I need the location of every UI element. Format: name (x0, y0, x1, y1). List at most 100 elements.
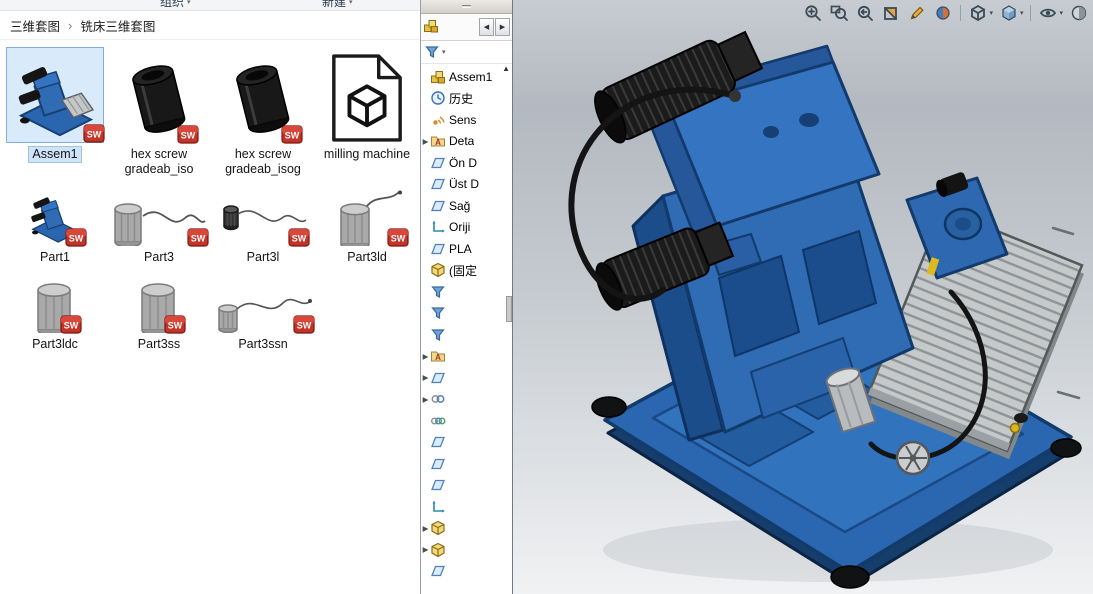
part-icon (430, 262, 446, 278)
file-item-thumb: SW (111, 188, 207, 246)
tree-row[interactable]: Assem1 (421, 66, 512, 88)
plane-icon (430, 477, 446, 493)
tree-row[interactable]: 历史 (421, 88, 512, 110)
file-item[interactable]: SWPart1 (3, 186, 107, 274)
new-button[interactable]: 新建▾ (322, 0, 353, 10)
view-orientation-button[interactable]: ▾ (967, 2, 994, 24)
tree-row-label: Oriji (449, 220, 470, 234)
tree-row[interactable]: ▶ (421, 518, 512, 540)
tree-row[interactable]: ▶ (421, 367, 512, 389)
plane-icon (430, 241, 446, 257)
file-item[interactable]: SWPart3ldc (3, 273, 107, 361)
history-icon (430, 90, 446, 106)
plane-icon (430, 155, 446, 171)
previous-view-button[interactable] (854, 2, 876, 24)
plane-icon (430, 563, 446, 579)
tree-filter-button[interactable]: ▾ (421, 41, 512, 64)
tree-row[interactable]: ▶ (421, 389, 512, 411)
tree-row[interactable] (421, 303, 512, 325)
file-item-label: hex screw gradeab_iso (108, 147, 210, 177)
file-item[interactable]: SW Part3ssn (211, 273, 315, 361)
file-item[interactable]: SWhex screw gradeab_isog (211, 45, 315, 186)
tree-nav-right-button[interactable]: ▶ (495, 18, 510, 36)
tree-row[interactable]: Oriji (421, 217, 512, 239)
file-item-thumb: SW (121, 47, 197, 143)
tree-nav-left-button[interactable]: ◀ (479, 18, 494, 36)
tree-titlebar[interactable] (421, 0, 512, 14)
tree-row[interactable]: Sağ (421, 195, 512, 217)
tree-row[interactable]: (固定 (421, 260, 512, 282)
chevron-down-icon: ▾ (187, 0, 191, 6)
tree-row[interactable] (421, 281, 512, 303)
origin-icon (430, 499, 446, 515)
part-icon (430, 520, 446, 536)
tree-expand-arrow[interactable]: ▶ (421, 137, 430, 146)
tree-row-label: 历史 (449, 90, 473, 107)
solidworks-badge-icon: SW (288, 227, 310, 247)
tree-row[interactable]: Sens (421, 109, 512, 131)
file-item[interactable]: SWPart3 (107, 186, 211, 274)
file-item[interactable]: SWPart3ss (107, 273, 211, 361)
tree-row[interactable]: Üst D (421, 174, 512, 196)
svg-text:A: A (435, 138, 441, 147)
sketch-pencil-button[interactable] (906, 2, 928, 24)
tree-scroll-up-button[interactable]: ▲ (502, 65, 510, 73)
tree-row[interactable]: ▶A (421, 346, 512, 368)
grip-icon (462, 5, 471, 8)
file-item-thumb (328, 47, 406, 143)
file-item[interactable]: milling machine (315, 45, 419, 186)
solidworks-badge-icon: SW (293, 314, 315, 334)
mate-icon (430, 391, 446, 407)
tree-row-label: Deta (449, 134, 474, 148)
tree-row[interactable] (421, 453, 512, 475)
tree-row[interactable] (421, 432, 512, 454)
svg-text:SW: SW (191, 233, 206, 243)
svg-text:SW: SW (292, 233, 307, 243)
tree-row[interactable] (421, 410, 512, 432)
tree-row[interactable] (421, 561, 512, 583)
funnel-icon (424, 44, 440, 60)
file-item[interactable]: SWPart3l (211, 186, 315, 274)
file-item[interactable]: SWAssem1 (3, 45, 107, 186)
file-item-thumb: SW (6, 47, 104, 143)
tree-scrollbar-thumb[interactable] (506, 296, 512, 322)
file-item-thumb: SW (25, 188, 85, 246)
file-item-label: Part3ssn (238, 337, 287, 352)
hide-show-items-button[interactable]: ▾ (1037, 2, 1064, 24)
tree-row[interactable]: ▶ (421, 539, 512, 561)
tree-expand-arrow[interactable]: ▶ (421, 545, 430, 554)
viewport[interactable]: ▾ ▾ ▾ (513, 0, 1093, 594)
zoom-to-area-button[interactable] (828, 2, 850, 24)
organize-button[interactable]: 组织▾ (160, 0, 191, 10)
breadcrumb-root[interactable]: 三维套图 (10, 16, 60, 35)
display-style-button[interactable]: ▾ (998, 2, 1025, 24)
tree-row[interactable]: Ön D (421, 152, 512, 174)
tree-row[interactable]: PLA (421, 238, 512, 260)
svg-text:SW: SW (64, 321, 79, 331)
breadcrumb-current[interactable]: 铣床三维套图 (80, 16, 155, 35)
funnel-icon (430, 327, 446, 343)
plane-icon (430, 176, 446, 192)
file-item[interactable]: SWPart3ld (315, 186, 419, 274)
assembly-icon (430, 69, 446, 85)
view-settings-button[interactable] (1068, 2, 1090, 24)
tree-expand-arrow[interactable]: ▶ (421, 352, 430, 361)
breadcrumb-chevron-icon: › (68, 18, 72, 33)
tree-row-label: (固定 (449, 262, 477, 279)
tree-row[interactable]: ▶ A Deta (421, 131, 512, 153)
tree-row[interactable] (421, 475, 512, 497)
tree-row[interactable] (421, 324, 512, 346)
edit-appearance-button[interactable] (932, 2, 954, 24)
tree-expand-arrow[interactable]: ▶ (421, 373, 430, 382)
tree-expand-arrow[interactable]: ▶ (421, 395, 430, 404)
solidworks-badge-icon: SW (177, 124, 199, 144)
tree-row[interactable] (421, 496, 512, 518)
assembly-tab-icon[interactable] (423, 18, 441, 36)
chevron-down-icon: ▾ (989, 9, 993, 17)
feature-tree-panel: ◀ ▶ ▾ ▲ Assem1历史Sens▶ADetaÖn DÜst DSağOr… (421, 0, 513, 594)
file-item-thumb: SW (225, 47, 301, 143)
tree-expand-arrow[interactable]: ▶ (421, 524, 430, 533)
file-item[interactable]: SW hex screw gradeab_iso (107, 45, 211, 186)
zoom-to-fit-button[interactable] (802, 2, 824, 24)
section-view-button[interactable] (880, 2, 902, 24)
